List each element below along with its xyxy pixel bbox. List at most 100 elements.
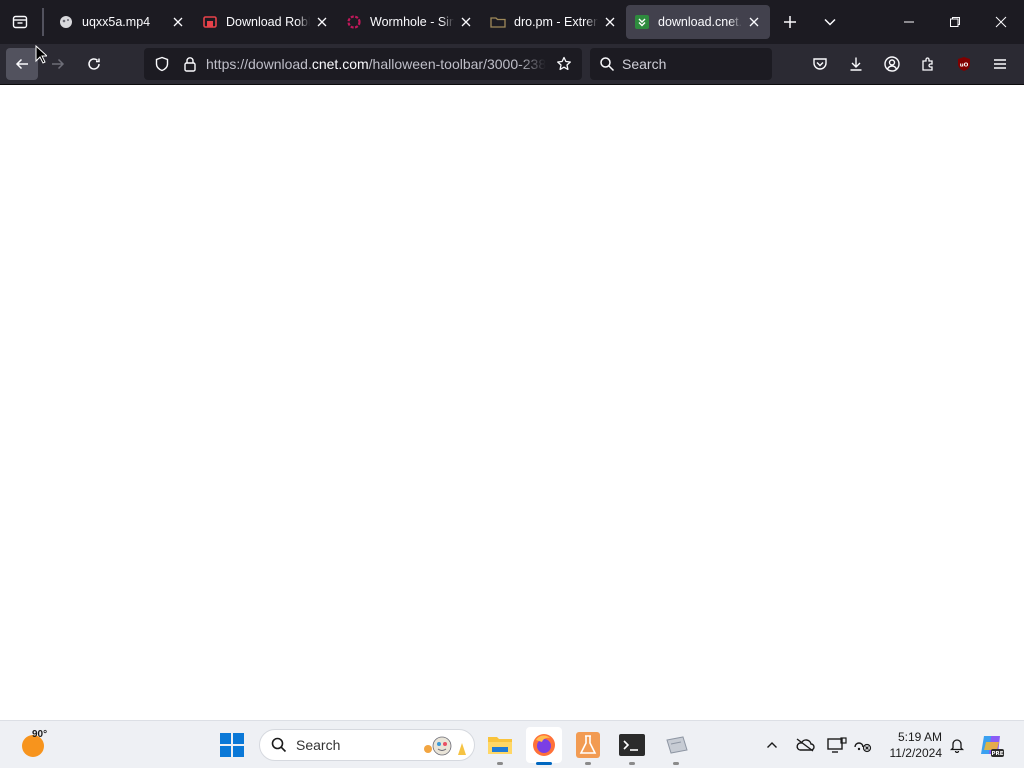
tab-title: download.cnet.com	[658, 15, 742, 29]
bell-icon	[949, 739, 965, 753]
chevron-down-icon	[824, 18, 836, 26]
tab-title: Download Roblox	[226, 15, 310, 29]
page-content	[0, 85, 1024, 720]
active-indicator	[536, 762, 552, 765]
tab-title: Wormhole - Simple	[370, 15, 454, 29]
store-favicon-icon	[202, 14, 218, 30]
copilot-button[interactable]: PRE	[978, 729, 1006, 761]
extensions-button[interactable]	[910, 48, 946, 80]
folder-favicon-icon	[490, 14, 506, 30]
tab-strip-divider	[42, 8, 44, 36]
tab-dro-pm[interactable]: dro.pm - Extreme	[482, 5, 626, 39]
arrow-left-icon	[15, 58, 28, 70]
taskbar: 90° Search 5:19 AM 11/2/2024 PRE	[0, 720, 1024, 768]
search-icon	[598, 55, 616, 73]
firefox-icon	[533, 734, 555, 756]
reload-button[interactable]	[78, 48, 110, 80]
search-icon	[270, 736, 288, 754]
mouse-cursor-icon	[35, 45, 47, 64]
tab-wormhole[interactable]: Wormhole - Simple	[338, 5, 482, 39]
running-indicator	[497, 762, 503, 765]
clock-time: 5:19 AM	[897, 730, 942, 744]
toolbar-right-buttons: uO	[802, 48, 1018, 80]
taskbar-search-placeholder: Search	[296, 737, 341, 753]
account-icon	[884, 56, 900, 72]
tab-close-icon[interactable]	[458, 14, 474, 30]
tab-close-icon[interactable]	[746, 14, 762, 30]
pocket-icon	[813, 58, 827, 70]
url-path: /halloween-toolbar/3000-2381_4-10063843.…	[368, 56, 546, 72]
tab-download-roblox[interactable]: Download Roblox	[194, 5, 338, 39]
restore-button[interactable]	[932, 0, 978, 44]
tab-close-icon[interactable]	[314, 14, 330, 30]
display-tray-icon[interactable]	[826, 729, 848, 761]
svg-text:uO: uO	[960, 63, 969, 69]
bookmark-star-icon[interactable]	[552, 52, 576, 76]
flask-icon	[576, 732, 600, 758]
onedrive-tray-icon[interactable]	[794, 729, 816, 761]
new-tab-button[interactable]	[770, 0, 810, 44]
wormhole-favicon-icon	[346, 14, 362, 30]
tab-uqxx5a[interactable]: uqxx5a.mp4	[50, 5, 194, 39]
lock-icon[interactable]	[178, 52, 202, 76]
window-controls	[886, 0, 1024, 44]
chevron-up-icon	[767, 742, 777, 748]
account-button[interactable]	[874, 48, 910, 80]
taskbar-file-explorer[interactable]	[482, 727, 518, 765]
tab-download-cnet[interactable]: download.cnet.com	[626, 5, 770, 39]
taskbar-virtual-drive[interactable]	[658, 727, 694, 765]
virtual-drive-icon	[666, 736, 688, 754]
clock-date: 11/2/2024	[889, 746, 943, 760]
weather-widget[interactable]: 90°	[20, 729, 56, 761]
firefox-view-button[interactable]	[0, 0, 40, 44]
svg-text:PRE: PRE	[991, 751, 1003, 757]
url-prefix: https://download.	[206, 56, 312, 72]
notifications-button[interactable]	[946, 729, 968, 761]
puzzle-favicon-icon	[58, 14, 74, 30]
network-tray-icon[interactable]	[852, 729, 874, 761]
tab-close-icon[interactable]	[170, 14, 186, 30]
url-host: cnet.com	[311, 56, 369, 72]
restore-icon	[950, 17, 960, 27]
taskbar-firefox[interactable]	[526, 727, 562, 765]
downloads-button[interactable]	[838, 48, 874, 80]
running-indicator	[585, 762, 591, 765]
clock[interactable]: 5:19 AM 11/2/2024	[884, 729, 943, 761]
tab-title: uqxx5a.mp4	[82, 15, 151, 29]
pocket-button[interactable]	[802, 48, 838, 80]
firefox-view-icon	[12, 15, 28, 29]
address-bar[interactable]: https://download.cnet.com/halloween-tool…	[144, 48, 582, 80]
arrow-right-icon	[52, 58, 65, 70]
weather-temperature: 90°	[32, 729, 48, 740]
reload-icon	[88, 58, 100, 70]
tab-close-icon[interactable]	[602, 14, 618, 30]
app-menu-button[interactable]	[982, 48, 1018, 80]
url-text[interactable]: https://download.cnet.com/halloween-tool…	[206, 56, 546, 72]
navigation-toolbar: https://download.cnet.com/halloween-tool…	[0, 44, 1024, 85]
monitor-icon	[827, 737, 847, 753]
start-button[interactable]	[220, 733, 244, 757]
tab-title: dro.pm - Extreme	[514, 15, 598, 29]
minimize-icon	[904, 21, 914, 23]
cloud-off-icon	[796, 738, 815, 752]
close-window-button[interactable]	[978, 0, 1024, 44]
ublock-origin-button[interactable]: uO	[946, 48, 982, 80]
download-icon	[850, 57, 862, 71]
windows-logo-icon	[220, 733, 231, 744]
taskbar-search-box[interactable]: Search	[259, 729, 475, 761]
taskbar-terminal[interactable]	[614, 727, 650, 765]
tracking-protection-shield-icon[interactable]	[150, 52, 174, 76]
folder-icon	[488, 737, 512, 754]
plus-icon	[784, 16, 796, 28]
back-button[interactable]	[6, 48, 38, 80]
taskbar-flask-app[interactable]	[570, 727, 606, 765]
minimize-button[interactable]	[886, 0, 932, 44]
puzzle-piece-icon	[922, 57, 933, 71]
search-placeholder: Search	[622, 56, 667, 72]
ublock-shield-icon: uO	[958, 57, 970, 71]
hamburger-menu-icon	[994, 59, 1006, 69]
search-highlight-halloween-icon	[424, 736, 466, 756]
show-hidden-icons-button[interactable]	[762, 729, 782, 761]
search-bar[interactable]: Search	[590, 48, 772, 80]
list-all-tabs-button[interactable]	[810, 0, 850, 44]
